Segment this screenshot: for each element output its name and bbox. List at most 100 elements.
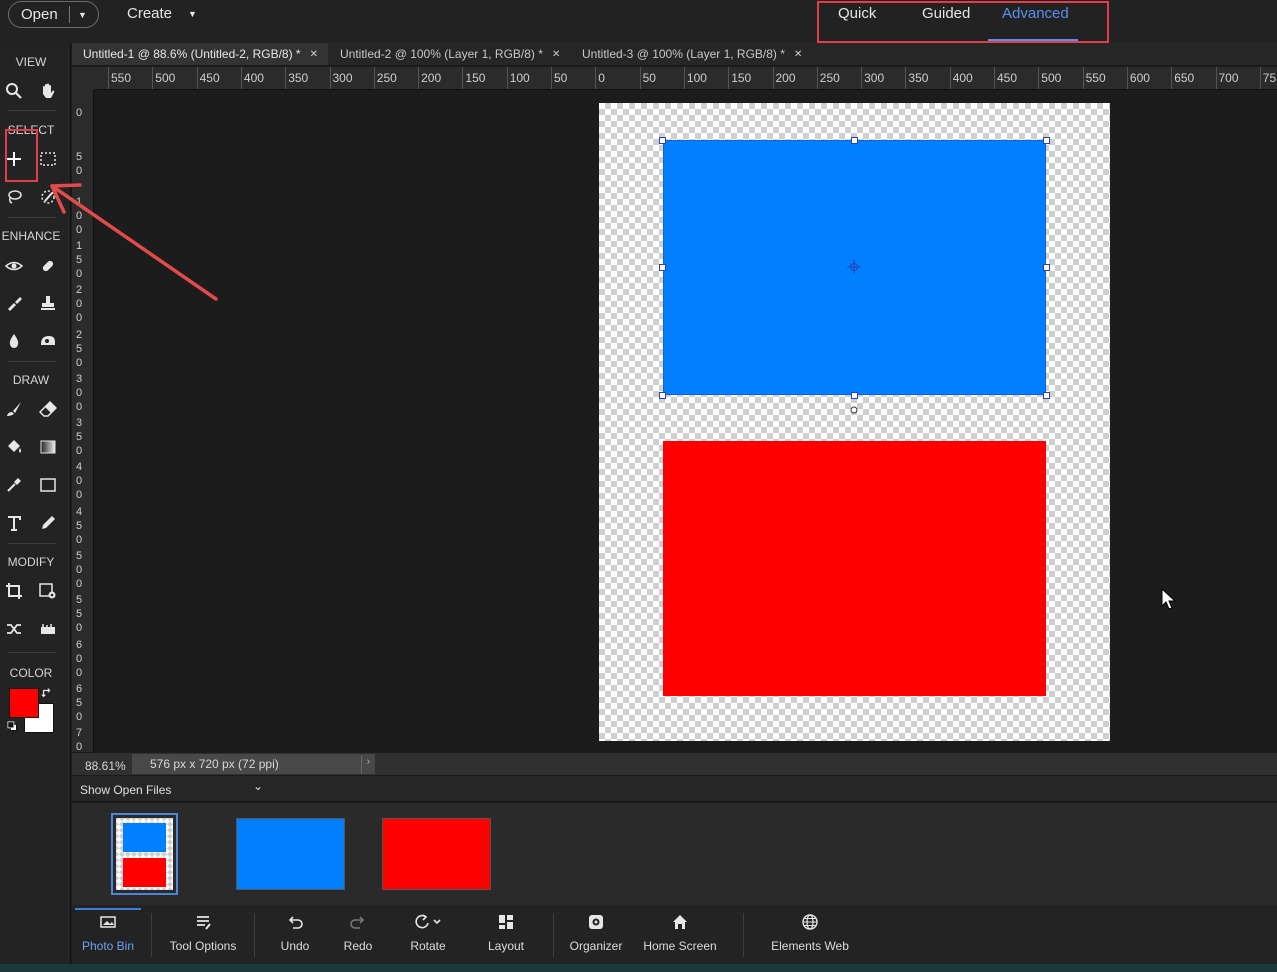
tool-options-icon xyxy=(194,905,212,939)
photo-bin-button[interactable]: Photo Bin xyxy=(76,905,140,964)
red-rectangle-layer[interactable] xyxy=(663,441,1046,696)
type-tool-icon[interactable] xyxy=(2,511,26,535)
red-eye-icon[interactable] xyxy=(2,254,26,278)
section-divider xyxy=(8,652,56,653)
tab-label: Untitled-2 @ 100% (Layer 1, RGB/8) * xyxy=(340,47,543,61)
ruler-tick xyxy=(1259,67,1261,89)
straighten-tool-icon[interactable] xyxy=(36,617,60,641)
create-dropdown-icon[interactable]: ▼ xyxy=(188,9,197,19)
section-divider xyxy=(8,217,56,218)
ruler-label: 2 xyxy=(75,284,83,297)
rectangular-marquee-icon[interactable] xyxy=(36,147,60,171)
ruler-tick xyxy=(1215,67,1217,89)
recompose-tool-icon[interactable] xyxy=(36,579,60,603)
mode-tab-advanced[interactable]: Advanced xyxy=(1002,5,1069,22)
ruler-tick xyxy=(240,67,242,89)
clone-stamp-icon[interactable] xyxy=(36,291,60,315)
open-button[interactable]: Open ▼ xyxy=(8,1,99,28)
thumbnail-untitled-3[interactable] xyxy=(382,818,491,890)
photo-bin xyxy=(72,803,1277,905)
rectangle-shape-icon[interactable] xyxy=(36,473,60,497)
transform-handle-left[interactable] xyxy=(659,264,666,271)
ruler-tick xyxy=(1038,67,1040,89)
document-size-label: 576 px x 720 px (72 ppi) xyxy=(150,757,279,771)
ruler-label: 250 xyxy=(819,71,840,85)
elements-web-button[interactable]: Elements Web xyxy=(766,905,854,964)
gradient-tool-icon[interactable] xyxy=(36,435,60,459)
pencil-tool-icon[interactable] xyxy=(36,511,60,535)
blur-tool-icon[interactable] xyxy=(2,329,26,353)
zoom-tool-icon[interactable] xyxy=(2,79,26,103)
section-modify-label: MODIFY xyxy=(7,555,55,569)
transform-handle-top[interactable] xyxy=(851,137,858,144)
zoom-level: 88.61% xyxy=(85,759,126,773)
ruler-tick xyxy=(373,67,375,89)
tab-untitled-3[interactable]: Untitled-3 @ 100% (Layer 1, RGB/8) * ✕ xyxy=(571,43,811,65)
thumbnail-untitled-1[interactable] xyxy=(111,813,178,895)
hand-tool-icon[interactable] xyxy=(36,79,60,103)
paint-bucket-icon[interactable] xyxy=(2,435,26,459)
home-screen-button[interactable]: Home Screen xyxy=(640,905,720,964)
ruler-label: 4 xyxy=(75,461,83,474)
photo-bin-header: Show Open Files ⌄ xyxy=(72,776,1277,802)
ruler-tick xyxy=(196,67,198,89)
foreground-color-swatch[interactable] xyxy=(9,688,39,718)
close-icon[interactable]: ✕ xyxy=(310,49,318,60)
open-dropdown-icon[interactable]: ▼ xyxy=(70,10,87,20)
rotate-handle-icon[interactable] xyxy=(849,405,859,415)
ruler-label: 650 xyxy=(1174,71,1195,85)
ruler-tick xyxy=(905,67,907,89)
eyedropper-icon[interactable] xyxy=(2,473,26,497)
close-icon[interactable]: ✕ xyxy=(552,49,560,60)
mode-tab-quick[interactable]: Quick xyxy=(838,5,876,22)
ruler-label: 400 xyxy=(952,71,973,85)
quick-selection-icon[interactable] xyxy=(36,185,60,209)
section-draw-label: DRAW xyxy=(12,373,50,387)
organizer-button[interactable]: Organizer xyxy=(565,905,627,964)
ruler-tick xyxy=(1082,67,1084,89)
mode-tab-guided[interactable]: Guided xyxy=(922,5,970,22)
layout-button[interactable]: Layout xyxy=(481,905,531,964)
transform-handle-bottom-right[interactable] xyxy=(1043,392,1050,399)
sponge-tool-icon[interactable] xyxy=(36,329,60,353)
crop-tool-icon[interactable] xyxy=(2,579,26,603)
close-icon[interactable]: ✕ xyxy=(794,49,802,60)
rotate-icon xyxy=(413,905,443,939)
transform-handle-top-right[interactable] xyxy=(1043,137,1050,144)
chevron-down-icon[interactable]: ⌄ xyxy=(253,779,263,793)
ruler-label: 5 xyxy=(75,608,83,621)
ruler-label: 1 xyxy=(75,239,83,252)
reference-point-icon[interactable] xyxy=(845,258,863,276)
undo-button[interactable]: Undo xyxy=(276,905,314,964)
ruler-tick xyxy=(639,67,641,89)
tab-untitled-2[interactable]: Untitled-2 @ 100% (Layer 1, RGB/8) * ✕ xyxy=(329,43,562,65)
window-bottom-edge xyxy=(0,964,1277,972)
tool-options-button[interactable]: Tool Options xyxy=(164,905,242,964)
lasso-tool-icon[interactable] xyxy=(2,185,26,209)
transform-handle-top-left[interactable] xyxy=(659,137,666,144)
transform-handle-bottom[interactable] xyxy=(851,392,858,399)
info-expand-icon[interactable]: › xyxy=(361,756,375,774)
content-aware-move-icon[interactable] xyxy=(2,617,26,641)
ruler-label: 0 xyxy=(75,107,83,119)
spot-healing-icon[interactable] xyxy=(36,254,60,278)
smart-brush-icon[interactable] xyxy=(2,291,26,315)
transform-handle-bottom-left[interactable] xyxy=(659,392,666,399)
mouse-cursor-icon xyxy=(1161,588,1177,610)
ruler-label: 200 xyxy=(775,71,796,85)
ruler-tick xyxy=(551,67,552,89)
redo-button[interactable]: Redo xyxy=(339,905,377,964)
ruler-tick xyxy=(994,67,995,89)
open-label: Open xyxy=(21,6,58,23)
tab-untitled-1[interactable]: Untitled-1 @ 88.6% (Untitled-2, RGB/8) *… xyxy=(72,43,328,65)
thumbnail-untitled-2[interactable] xyxy=(236,818,345,890)
rotate-button[interactable]: Rotate xyxy=(403,905,453,964)
swap-colors-icon[interactable] xyxy=(40,686,54,700)
transform-handle-right[interactable] xyxy=(1043,264,1050,271)
eraser-tool-icon[interactable] xyxy=(36,397,60,421)
default-colors-icon[interactable] xyxy=(6,720,20,734)
brush-tool-icon[interactable] xyxy=(2,397,26,421)
show-open-files-dropdown[interactable]: Show Open Files xyxy=(80,783,171,797)
bottom-task-bar: Photo Bin Tool Options Undo Redo Rotate … xyxy=(72,905,1277,964)
create-button[interactable]: Create xyxy=(127,5,172,22)
